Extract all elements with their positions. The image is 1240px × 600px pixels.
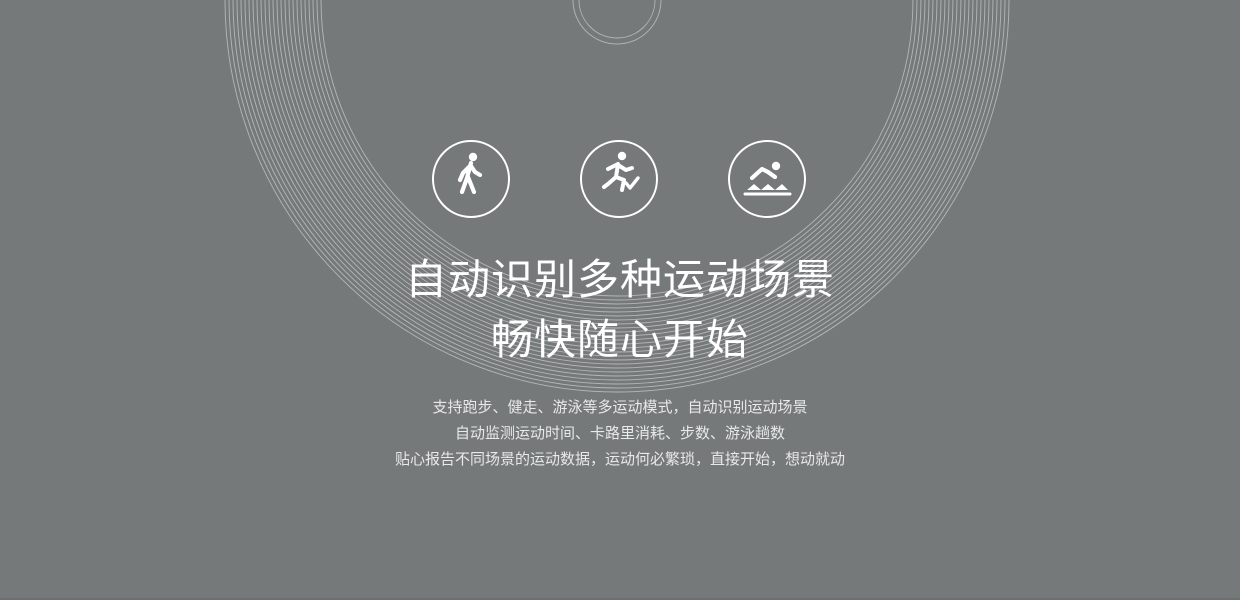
feature-section: 自动识别多种运动场景 畅快随心开始 支持跑步、健走、游泳等多运动模式，自动识别运… — [0, 0, 1240, 600]
running-badge — [580, 140, 658, 218]
activity-icons-row — [0, 140, 1240, 222]
description-line-1: 支持跑步、健走、游泳等多运动模式，自动识别运动场景 — [432, 398, 808, 416]
description-line-2: 自动监测运动时间、卡路里消耗、步数、游泳趟数 — [454, 424, 785, 442]
swimming-badge — [728, 140, 806, 218]
running-icon — [602, 151, 640, 192]
headline-line-2: 畅快随心开始 — [490, 315, 749, 364]
description-line-3: 贴心报告不同场景的运动数据，运动何必繁琐，直接开始，想动就动 — [394, 450, 845, 468]
headline-line-1: 自动识别多种运动场景 — [404, 255, 835, 304]
walking-icon — [457, 152, 483, 195]
decorative-ring — [578, 0, 656, 39]
swimming-icon — [743, 161, 792, 196]
walking-badge — [432, 140, 510, 218]
